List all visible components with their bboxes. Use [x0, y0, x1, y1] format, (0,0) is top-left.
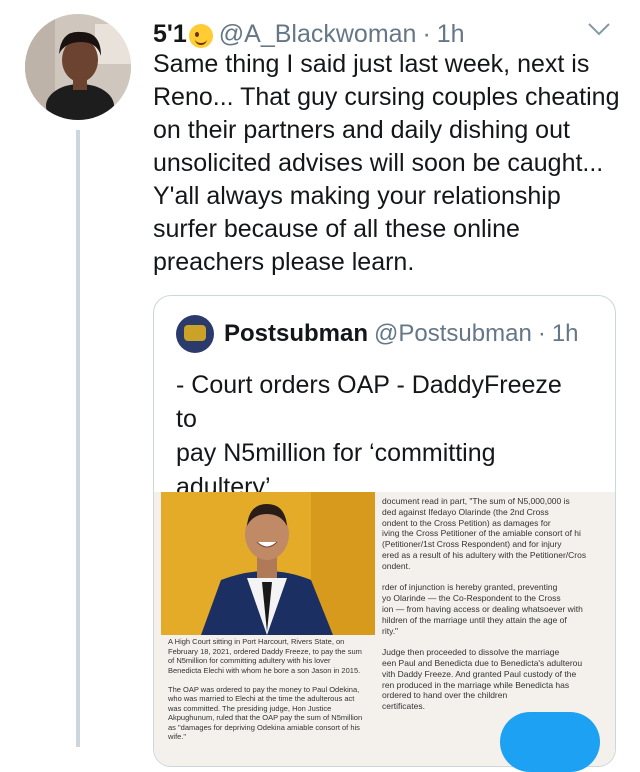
quoted-display-name: Postsubman — [224, 320, 369, 347]
tweet-header: 5'1 @A_Blackwoman · 1h — [153, 17, 465, 51]
article-text: document read in part, "The sum of N5,00… — [382, 496, 587, 712]
chevron-down-icon[interactable] — [587, 21, 611, 37]
tweet-time[interactable]: 1h — [437, 20, 465, 49]
quoted-time: 1h — [551, 320, 579, 347]
quoted-tweet[interactable]: Postsubman @Postsubman · 1h - Court orde… — [153, 295, 616, 767]
news-photo — [161, 492, 375, 635]
photo-caption: A High Court sitting in Port Harcourt, R… — [168, 637, 363, 741]
separator-dot: · — [422, 19, 431, 48]
quoted-avatar — [176, 315, 214, 353]
quoted-handle: @Postsubman — [374, 320, 532, 347]
thread-line — [76, 130, 80, 747]
tweet-text: Same thing I said just last week, next i… — [153, 50, 620, 276]
quoted-separator-dot: · — [537, 320, 546, 347]
compose-tweet-button[interactable] — [500, 712, 600, 772]
display-name[interactable]: 5'1 — [153, 20, 187, 49]
winking-face-emoji-icon — [188, 24, 213, 48]
quoted-header: Postsubman @Postsubman · 1h — [176, 315, 579, 353]
avatar[interactable] — [25, 14, 131, 120]
quoted-text: - Court orders OAP - DaddyFreeze to pay … — [176, 371, 562, 501]
user-handle[interactable]: @A_Blackwoman — [219, 20, 417, 49]
